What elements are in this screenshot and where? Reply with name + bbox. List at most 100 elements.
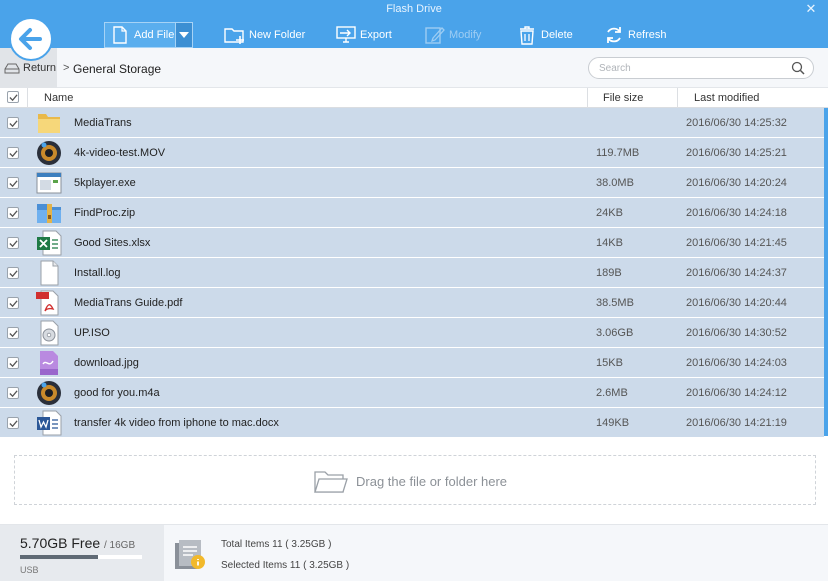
table-row[interactable]: 4k-video-test.MOV 119.7MB 2016/06/30 14:… [0, 138, 824, 168]
file-list: MediaTrans 2016/06/30 14:25:32 4k-video-… [0, 108, 828, 438]
row-checkbox[interactable] [7, 357, 19, 369]
add-file-label: Add File [134, 29, 175, 41]
drop-zone-text: Drag the file or folder here [356, 474, 508, 489]
refresh-icon [607, 27, 621, 43]
modify-label: Modify [449, 29, 482, 41]
storage-bar [20, 555, 142, 559]
row-checkbox[interactable] [7, 297, 19, 309]
row-checkbox[interactable] [7, 237, 19, 249]
audio-file-icon [37, 381, 61, 405]
file-modified: 2016/06/30 14:24:12 [686, 387, 787, 399]
table-row[interactable]: good for you.m4a 2.6MB 2016/06/30 14:24:… [0, 378, 824, 408]
file-modified: 2016/06/30 14:25:21 [686, 147, 787, 159]
select-all-checkbox[interactable] [7, 91, 19, 103]
table-row[interactable]: MediaTrans 2016/06/30 14:25:32 [0, 108, 824, 138]
table-row[interactable]: FindProc.zip 24KB 2016/06/30 14:24:18 [0, 198, 824, 228]
file-name: 4k-video-test.MOV [74, 147, 166, 159]
video-file-icon [37, 141, 61, 165]
storage-panel: 5.70GB Free / 16GB USB [0, 525, 164, 581]
delete-button[interactable]: Delete [516, 22, 573, 48]
window-title: Flash Drive [386, 3, 442, 15]
zip-file-icon [37, 204, 61, 223]
refresh-button[interactable]: Refresh [603, 22, 667, 48]
file-name: good for you.m4a [74, 387, 160, 399]
add-file-icon [113, 26, 127, 44]
free-space: 5.70GB Free [20, 535, 101, 551]
scrollbar[interactable] [824, 108, 828, 436]
export-button[interactable]: Export [335, 22, 392, 48]
row-checkbox[interactable] [7, 117, 19, 129]
total-items: Total Items 11 ( 3.25GB ) [221, 539, 332, 550]
table-row[interactable]: Install.log 189B 2016/06/30 14:24:37 [0, 258, 824, 288]
new-folder-icon [224, 28, 244, 44]
file-size: 15KB [596, 357, 623, 369]
drive-icon [4, 63, 20, 74]
file-name: UP.ISO [74, 327, 110, 339]
check-icon [9, 330, 18, 338]
check-icon [9, 390, 18, 398]
file-name: download.jpg [74, 357, 139, 369]
search-icon[interactable] [791, 61, 805, 75]
drop-zone[interactable]: Drag the file or folder here [14, 455, 816, 505]
file-modified: 2016/06/30 14:20:44 [686, 297, 787, 309]
delete-label: Delete [541, 29, 573, 41]
check-icon [9, 270, 18, 278]
row-checkbox[interactable] [7, 417, 19, 429]
table-row[interactable]: UP.ISO 3.06GB 2016/06/30 14:30:52 [0, 318, 824, 348]
breadcrumb-separator: > [63, 62, 70, 74]
file-size: 14KB [596, 237, 623, 249]
add-file-dropdown[interactable] [176, 22, 193, 48]
close-button[interactable]: ✕ [800, 0, 822, 20]
table-row[interactable]: Good Sites.xlsx 14KB 2016/06/30 14:21:45 [0, 228, 824, 258]
table-row[interactable]: download.jpg 15KB 2016/06/30 14:24:03 [0, 348, 824, 378]
new-folder-button[interactable]: New Folder [224, 22, 305, 48]
file-name: MediaTrans [74, 117, 132, 129]
back-button[interactable] [9, 17, 53, 61]
refresh-label: Refresh [628, 29, 667, 41]
file-modified: 2016/06/30 14:24:18 [686, 207, 787, 219]
table-row[interactable]: transfer 4k video from iphone to mac.doc… [0, 408, 824, 438]
check-icon [9, 210, 18, 218]
file-name: Good Sites.xlsx [74, 237, 151, 249]
app-window: Flash Drive ✕ Add File New Folder Export… [0, 0, 828, 581]
check-icon [9, 120, 18, 128]
storage-bar-fill [20, 555, 99, 559]
word-file-icon [37, 410, 62, 436]
row-checkbox[interactable] [7, 387, 19, 399]
file-size: 3.06GB [596, 327, 634, 339]
pdf-file-icon [36, 290, 59, 316]
table-row[interactable]: MediaTrans Guide.pdf 38.5MB 2016/06/30 1… [0, 288, 824, 318]
check-icon [9, 420, 18, 428]
row-checkbox[interactable] [7, 327, 19, 339]
folder-outline-icon [314, 471, 348, 493]
file-modified: 2016/06/30 14:24:03 [686, 357, 787, 369]
row-checkbox[interactable] [7, 147, 19, 159]
breadcrumb-current: General Storage [73, 62, 162, 76]
row-checkbox[interactable] [7, 207, 19, 219]
chevron-down-icon [179, 32, 189, 38]
file-size: 2.6MB [596, 387, 628, 399]
file-size: 24KB [596, 207, 623, 219]
export-icon [336, 26, 356, 43]
table-row[interactable]: 5kplayer.exe 38.0MB 2016/06/30 14:20:24 [0, 168, 824, 198]
edit-icon [425, 27, 445, 44]
file-modified: 2016/06/30 14:21:45 [686, 237, 787, 249]
return-label: Return [23, 62, 57, 74]
column-header-modified[interactable]: Last modified [694, 92, 759, 104]
file-size: 189B [596, 267, 622, 279]
search-input[interactable] [599, 61, 784, 75]
modify-button[interactable]: Modify [424, 22, 481, 48]
export-label: Export [360, 29, 392, 41]
device-type: USB [20, 565, 39, 575]
file-size: 149KB [596, 417, 630, 429]
table-header: Name File size Last modified [0, 88, 828, 108]
file-modified: 2016/06/30 14:24:37 [686, 267, 787, 279]
file-modified: 2016/06/30 14:21:19 [686, 417, 787, 429]
check-icon [9, 94, 18, 102]
trash-icon [520, 26, 534, 45]
column-header-name[interactable]: Name [44, 92, 73, 104]
row-checkbox[interactable] [7, 267, 19, 279]
add-file-button[interactable]: Add File [104, 22, 176, 48]
row-checkbox[interactable] [7, 177, 19, 189]
column-header-size[interactable]: File size [603, 92, 643, 104]
